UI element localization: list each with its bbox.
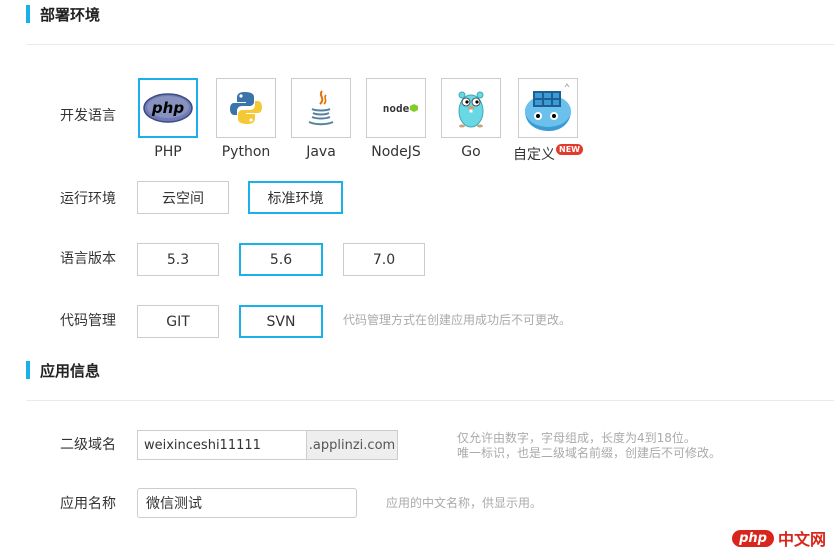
deploy-section-header: 部署环境 — [26, 5, 101, 24]
version-option-5-3[interactable]: 5.3 — [137, 243, 219, 276]
docker-whale-icon — [525, 83, 571, 131]
site-watermark: php 中文网 — [732, 526, 826, 550]
nodejs-icon: node — [383, 102, 418, 115]
php-icon: php — [143, 93, 193, 123]
app-info-section-header: 应用信息 — [26, 361, 101, 380]
subdomain-hint-line2: 唯一标识，也是二级域名前缀，创建后不可修改。 — [457, 446, 722, 460]
vcs-option-git[interactable]: GIT — [137, 305, 219, 338]
lang-option-go[interactable]: Go — [441, 78, 501, 160]
subdomain-label: 二级域名 — [60, 437, 116, 453]
lang-option-java[interactable]: Java — [291, 78, 351, 160]
subdomain-hint-line1: 仅允许由数字，字母组成，长度为4到18位。 — [457, 431, 696, 445]
version-option-5-6[interactable]: 5.6 — [239, 243, 323, 276]
section-title: 应用信息 — [40, 361, 101, 380]
version-option-7-0[interactable]: 7.0 — [343, 243, 425, 276]
svg-text:node: node — [383, 102, 410, 115]
runtime-option-standard[interactable]: 标准环境 — [248, 181, 343, 214]
dev-language-label: 开发语言 — [60, 108, 116, 124]
app-name-input[interactable] — [137, 488, 357, 518]
app-name-hint: 应用的中文名称，供显示用。 — [386, 496, 543, 510]
lang-name: 自定义 NEW — [498, 144, 598, 164]
divider — [26, 44, 834, 45]
lang-option-php[interactable]: php PHP — [138, 78, 198, 160]
divider — [26, 400, 834, 401]
subdomain-field-group: .applinzi.com — [137, 430, 398, 460]
new-badge: NEW — [556, 144, 583, 155]
lang-option-nodejs[interactable]: node NodeJS — [366, 78, 426, 160]
lang-option-custom[interactable]: 自定义 NEW — [513, 78, 583, 163]
watermark-logo: php — [732, 529, 774, 547]
lang-option-python[interactable]: Python — [216, 78, 276, 160]
vcs-option-svn[interactable]: SVN — [239, 305, 323, 338]
section-title: 部署环境 — [40, 5, 101, 24]
section-accent-bar — [26, 5, 30, 23]
domain-suffix: .applinzi.com — [306, 430, 398, 460]
go-gopher-icon — [458, 91, 484, 128]
app-name-label: 应用名称 — [60, 496, 116, 512]
python-icon — [230, 92, 262, 124]
section-accent-bar — [26, 361, 30, 379]
vcs-hint: 代码管理方式在创建应用成功后不可更改。 — [343, 313, 572, 327]
watermark-site-name: 中文网 — [777, 530, 826, 549]
subdomain-input[interactable] — [137, 430, 306, 460]
runtime-option-cloud-space[interactable]: 云空间 — [137, 181, 229, 214]
vcs-label: 代码管理 — [60, 313, 116, 329]
java-icon — [308, 90, 334, 126]
lang-version-label: 语言版本 — [60, 251, 116, 267]
svg-text:php: php — [151, 99, 184, 117]
runtime-label: 运行环境 — [60, 191, 116, 207]
